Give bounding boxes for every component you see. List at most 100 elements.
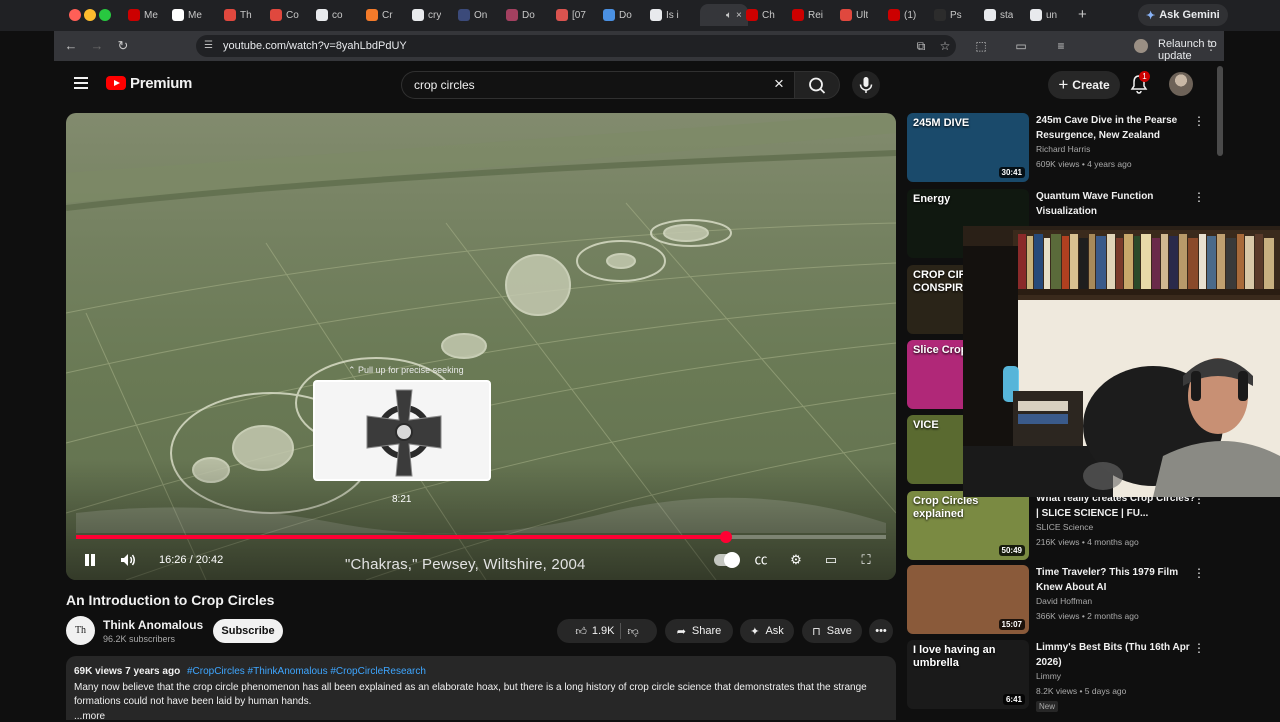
browser-tab[interactable]: 🔈︎ × <box>700 4 748 26</box>
search-input[interactable]: crop circles <box>414 78 475 92</box>
install-icon[interactable]: ⧉ <box>914 39 928 53</box>
minimize-window-button[interactable] <box>84 9 96 21</box>
video-thumbnail[interactable]: Crop Circles explained 50:49 <box>907 491 1029 560</box>
screen-share-icon[interactable]: ▭ <box>1014 39 1028 53</box>
browser-tab[interactable]: (1) <box>888 4 916 26</box>
search-button[interactable] <box>794 71 840 99</box>
hamburger-menu-icon[interactable] <box>74 77 88 89</box>
like-button[interactable]: 👍︎ 1.9K <box>575 625 614 638</box>
channel-name[interactable]: Think Anomalous <box>103 618 203 632</box>
recommended-channel[interactable]: David Hoffman <box>1036 596 1092 606</box>
subtitles-icon[interactable]: ㏄ <box>752 551 770 569</box>
forward-arrow-icon[interactable]: → <box>88 37 106 55</box>
browser-tab[interactable]: [07 <box>556 4 586 26</box>
more-vert-icon[interactable]: ⋮ <box>1204 39 1218 53</box>
browser-tab[interactable]: Ult <box>840 4 868 26</box>
video-thumbnail[interactable]: I love having an umbrella 6:41 <box>907 640 1029 709</box>
browser-tab[interactable]: sta <box>984 4 1013 26</box>
recommended-title[interactable]: Time Traveler? This 1979 Film Knew About… <box>1036 565 1196 595</box>
plus-icon: + <box>1058 75 1069 94</box>
youtube-logo-icon[interactable] <box>106 76 126 90</box>
thumbs-down-icon[interactable]: 👎︎ <box>627 625 638 638</box>
autoplay-toggle[interactable] <box>714 552 740 568</box>
browser-tab[interactable]: Th <box>224 4 252 26</box>
tab-audio-icon[interactable]: 🔈︎ <box>726 10 732 21</box>
page-scrollbar[interactable] <box>1217 66 1223 156</box>
browser-tab[interactable]: Co <box>270 4 299 26</box>
more-vert-icon[interactable]: ⋮ <box>1193 191 1205 203</box>
share-button[interactable]: ➦ Share <box>665 619 733 643</box>
volume-icon[interactable] <box>119 551 137 569</box>
browser-tab[interactable]: Me <box>172 4 202 26</box>
fullscreen-icon[interactable]: ⛶ <box>857 551 875 569</box>
recommended-channel[interactable]: Limmy <box>1036 671 1061 681</box>
back-arrow-icon[interactable]: ← <box>62 37 80 55</box>
recommended-video[interactable]: I love having an umbrella 6:41 Limmy's Bes… <box>907 640 1217 712</box>
site-settings-icon[interactable]: ☰ <box>204 40 216 52</box>
url-text[interactable]: youtube.com/watch?v=8yahLbdPdUY <box>223 40 407 52</box>
more-vert-icon[interactable]: ⋮ <box>1193 567 1205 579</box>
browser-tab[interactable]: un <box>1030 4 1057 26</box>
tab-favicon-icon <box>650 9 662 21</box>
close-window-button[interactable] <box>69 9 81 21</box>
description-box[interactable]: 69K views 7 years ago #CropCircles #Thin… <box>66 656 896 722</box>
bookmark-star-icon[interactable]: ☆ <box>938 39 952 53</box>
progress-bar[interactable] <box>76 531 886 543</box>
channel-avatar[interactable]: Th <box>66 616 95 645</box>
browser-tab[interactable]: Rei <box>792 4 823 26</box>
recommended-title[interactable]: Limmy's Best Bits (Thu 16th Apr 2026) <box>1036 640 1196 670</box>
browser-tab[interactable]: Is i <box>650 4 679 26</box>
show-more-link[interactable]: ...more <box>74 711 105 722</box>
search-icon <box>809 77 826 94</box>
bookmark-icon: ⊓ <box>812 625 821 638</box>
recommended-video[interactable]: 15:07 Time Traveler? This 1979 Film Knew … <box>907 565 1217 635</box>
clear-search-icon[interactable]: × <box>774 75 790 92</box>
recommended-title[interactable]: 245m Cave Dive in the Pearse Resurgence,… <box>1036 113 1196 143</box>
browser-tab[interactable]: co <box>316 4 343 26</box>
hashtag-links[interactable]: #CropCircles #ThinkAnomalous #CropCircle… <box>187 666 426 677</box>
video-player[interactable]: ⌃ Pull up for precise seeking 8:21 16:26… <box>66 113 896 580</box>
tab-favicon-icon <box>224 9 236 21</box>
browser-tab[interactable]: Do <box>603 4 632 26</box>
tab-title: Me <box>144 9 158 21</box>
browser-tab[interactable]: Ch <box>746 4 775 26</box>
ask-button[interactable]: ✦ Ask <box>740 619 794 643</box>
recommended-video[interactable]: Crop Circles explained 50:49 What really c… <box>907 491 1217 561</box>
browser-profile-icon[interactable] <box>1134 39 1148 53</box>
recommended-channel[interactable]: SLICE Science <box>1036 522 1093 532</box>
browser-tab[interactable]: cry <box>412 4 441 26</box>
voice-search-button[interactable] <box>852 71 880 99</box>
tab-close-icon[interactable]: × <box>736 10 742 21</box>
save-button[interactable]: ⊓ Save <box>802 619 862 643</box>
address-bar[interactable]: ☰ youtube.com/watch?v=8yahLbdPdUY <box>196 35 956 57</box>
theater-mode-icon[interactable]: ▭ <box>822 551 840 569</box>
create-button[interactable]: + Create <box>1048 71 1120 99</box>
maximize-window-button[interactable] <box>99 9 111 21</box>
browser-tab[interactable]: Ps <box>934 4 962 26</box>
search-box[interactable]: crop circles <box>401 71 794 99</box>
new-tab-button[interactable]: + <box>1078 6 1092 23</box>
more-vert-icon[interactable]: ⋮ <box>1193 642 1205 654</box>
extensions-icon[interactable]: ⬚ <box>974 39 988 53</box>
tab-title: Th <box>240 9 252 21</box>
video-thumbnail[interactable]: 245M DIVE 30:41 <box>907 113 1029 182</box>
video-thumbnail[interactable]: 15:07 <box>907 565 1029 634</box>
pause-icon[interactable] <box>83 552 97 568</box>
browser-tab[interactable]: Me <box>128 4 158 26</box>
account-avatar[interactable] <box>1169 72 1193 96</box>
browser-tab[interactable]: Cr <box>366 4 393 26</box>
ask-gemini-button[interactable]: ✦ Ask Gemini <box>1138 4 1228 26</box>
premium-wordmark[interactable]: Premium <box>130 75 192 92</box>
browser-tab[interactable]: On <box>458 4 487 26</box>
browser-tab-strip: Me Me Th Co co Cr cry On Do [07 Do Is i 🔈︎ × Ch Rei Ult (… <box>0 0 1280 31</box>
recommended-video[interactable]: 245M DIVE 30:41 245m Cave Dive in the Pear… <box>907 113 1217 183</box>
reload-icon[interactable]: ↻ <box>114 37 132 55</box>
settings-gear-icon[interactable]: ⚙ <box>787 551 805 569</box>
subscribe-button[interactable]: Subscribe <box>213 619 283 643</box>
more-vert-icon[interactable]: ⋮ <box>1193 115 1205 127</box>
recommended-title[interactable]: Quantum Wave Function Visualization <box>1036 189 1196 219</box>
media-controls-icon[interactable]: ≡ <box>1054 39 1068 53</box>
browser-tab[interactable]: Do <box>506 4 535 26</box>
more-actions-button[interactable]: ••• <box>869 619 893 643</box>
recommended-channel[interactable]: Richard Harris <box>1036 144 1090 154</box>
